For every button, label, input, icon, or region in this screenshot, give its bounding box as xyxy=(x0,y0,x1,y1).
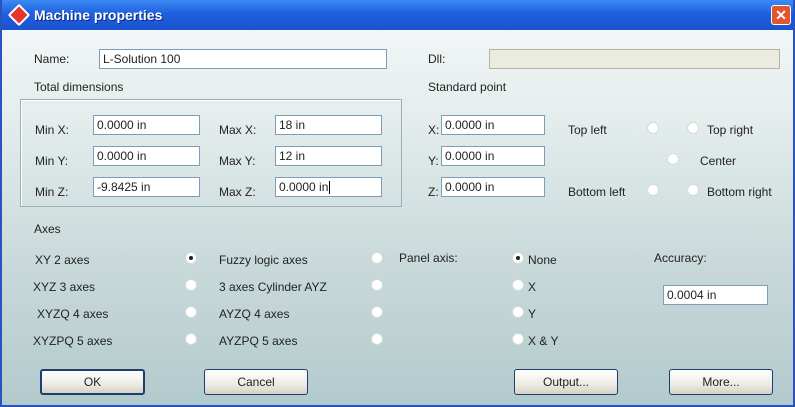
axes-ayzpq5-radio[interactable] xyxy=(371,333,383,345)
bottom-right-radio[interactable] xyxy=(687,184,699,196)
min-z-field[interactable]: -9.8425 in xyxy=(93,177,200,197)
dll-field xyxy=(489,49,780,69)
max-x-field[interactable]: 18 in xyxy=(275,115,382,135)
axes-xyz3-radio[interactable] xyxy=(185,279,197,291)
min-z-label: Min Z: xyxy=(35,185,69,199)
axes-cyl-label: 3 axes Cylinder AYZ xyxy=(219,280,327,294)
app-icon xyxy=(7,3,31,27)
min-x-field[interactable]: 0.0000 in xyxy=(93,115,200,135)
axes-xyzpq5-label: XYZPQ 5 axes xyxy=(33,334,113,348)
center-label: Center xyxy=(700,154,737,168)
cancel-button[interactable]: Cancel xyxy=(204,369,308,395)
standard-z-label: Z: xyxy=(428,185,439,199)
axes-ayzq4-label: AYZQ 4 axes xyxy=(219,307,290,321)
standard-x-label: X: xyxy=(428,123,440,137)
axes-cyl-radio[interactable] xyxy=(371,279,383,291)
panel-axis-xy-label: X & Y xyxy=(528,334,559,348)
text-cursor xyxy=(329,181,331,195)
machine-properties-dialog: Machine properties ✕ Name: L-Solution 10… xyxy=(0,0,795,407)
max-x-label: Max X: xyxy=(219,123,257,137)
top-left-radio[interactable] xyxy=(647,122,659,134)
center-radio[interactable] xyxy=(667,153,679,165)
min-y-label: Min Y: xyxy=(35,154,69,168)
total-dimensions-title: Total dimensions xyxy=(34,80,124,94)
panel-axis-x-radio[interactable] xyxy=(512,279,524,291)
standard-z-field[interactable]: 0.0000 in xyxy=(441,177,545,197)
dll-label: Dll: xyxy=(428,52,446,66)
panel-axis-y-radio[interactable] xyxy=(512,306,524,318)
axes-title: Axes xyxy=(34,222,61,236)
min-x-label: Min X: xyxy=(35,123,70,137)
bottom-right-label: Bottom right xyxy=(707,185,772,199)
axes-fuzzy-label: Fuzzy logic axes xyxy=(219,253,308,267)
standard-x-field[interactable]: 0.0000 in xyxy=(441,115,545,135)
max-z-value: 0.0000 in xyxy=(279,180,329,194)
min-y-field[interactable]: 0.0000 in xyxy=(93,146,200,166)
top-left-label: Top left xyxy=(568,123,607,137)
ok-button[interactable]: OK xyxy=(40,369,145,395)
standard-y-field[interactable]: 0.0000 in xyxy=(441,146,545,166)
axes-ayzpq5-label: AYZPQ 5 axes xyxy=(219,334,298,348)
output-button[interactable]: Output... xyxy=(514,369,618,395)
standard-y-label: Y: xyxy=(428,154,439,168)
max-y-field[interactable]: 12 in xyxy=(275,146,382,166)
top-right-label: Top right xyxy=(707,123,754,137)
accuracy-label: Accuracy: xyxy=(654,251,707,265)
axes-ayzq4-radio[interactable] xyxy=(371,306,383,318)
max-z-label: Max Z: xyxy=(219,185,256,199)
axes-xyzq4-label: XYZQ 4 axes xyxy=(37,307,109,321)
panel-axis-none-label: None xyxy=(528,253,557,267)
panel-axis-x-label: X xyxy=(528,280,537,294)
title-bar[interactable]: Machine properties ✕ xyxy=(2,0,793,30)
axes-xyzpq5-radio[interactable] xyxy=(185,333,197,345)
max-z-field[interactable]: 0.0000 in xyxy=(275,177,382,197)
window-title: Machine properties xyxy=(34,7,163,23)
name-field[interactable]: L-Solution 100 xyxy=(99,49,387,69)
axes-xy2-radio[interactable] xyxy=(185,252,197,264)
axes-xyzq4-radio[interactable] xyxy=(185,306,197,318)
close-button[interactable]: ✕ xyxy=(771,5,791,25)
more-button[interactable]: More... xyxy=(669,369,773,395)
axes-xyz3-label: XYZ 3 axes xyxy=(33,280,96,294)
name-label: Name: xyxy=(34,52,70,66)
panel-axis-y-label: Y xyxy=(528,307,537,321)
accuracy-field[interactable]: 0.0004 in xyxy=(663,285,768,305)
max-y-label: Max Y: xyxy=(219,154,256,168)
top-right-radio[interactable] xyxy=(687,122,699,134)
axes-xy2-label: XY 2 axes xyxy=(35,253,90,267)
panel-axis-xy-radio[interactable] xyxy=(512,333,524,345)
panel-axis-none-radio[interactable] xyxy=(512,252,524,264)
axes-fuzzy-radio[interactable] xyxy=(371,252,383,264)
bottom-left-label: Bottom left xyxy=(568,185,626,199)
panel-axis-label: Panel axis: xyxy=(399,251,458,265)
bottom-left-radio[interactable] xyxy=(647,184,659,196)
standard-point-title: Standard point xyxy=(428,80,507,94)
